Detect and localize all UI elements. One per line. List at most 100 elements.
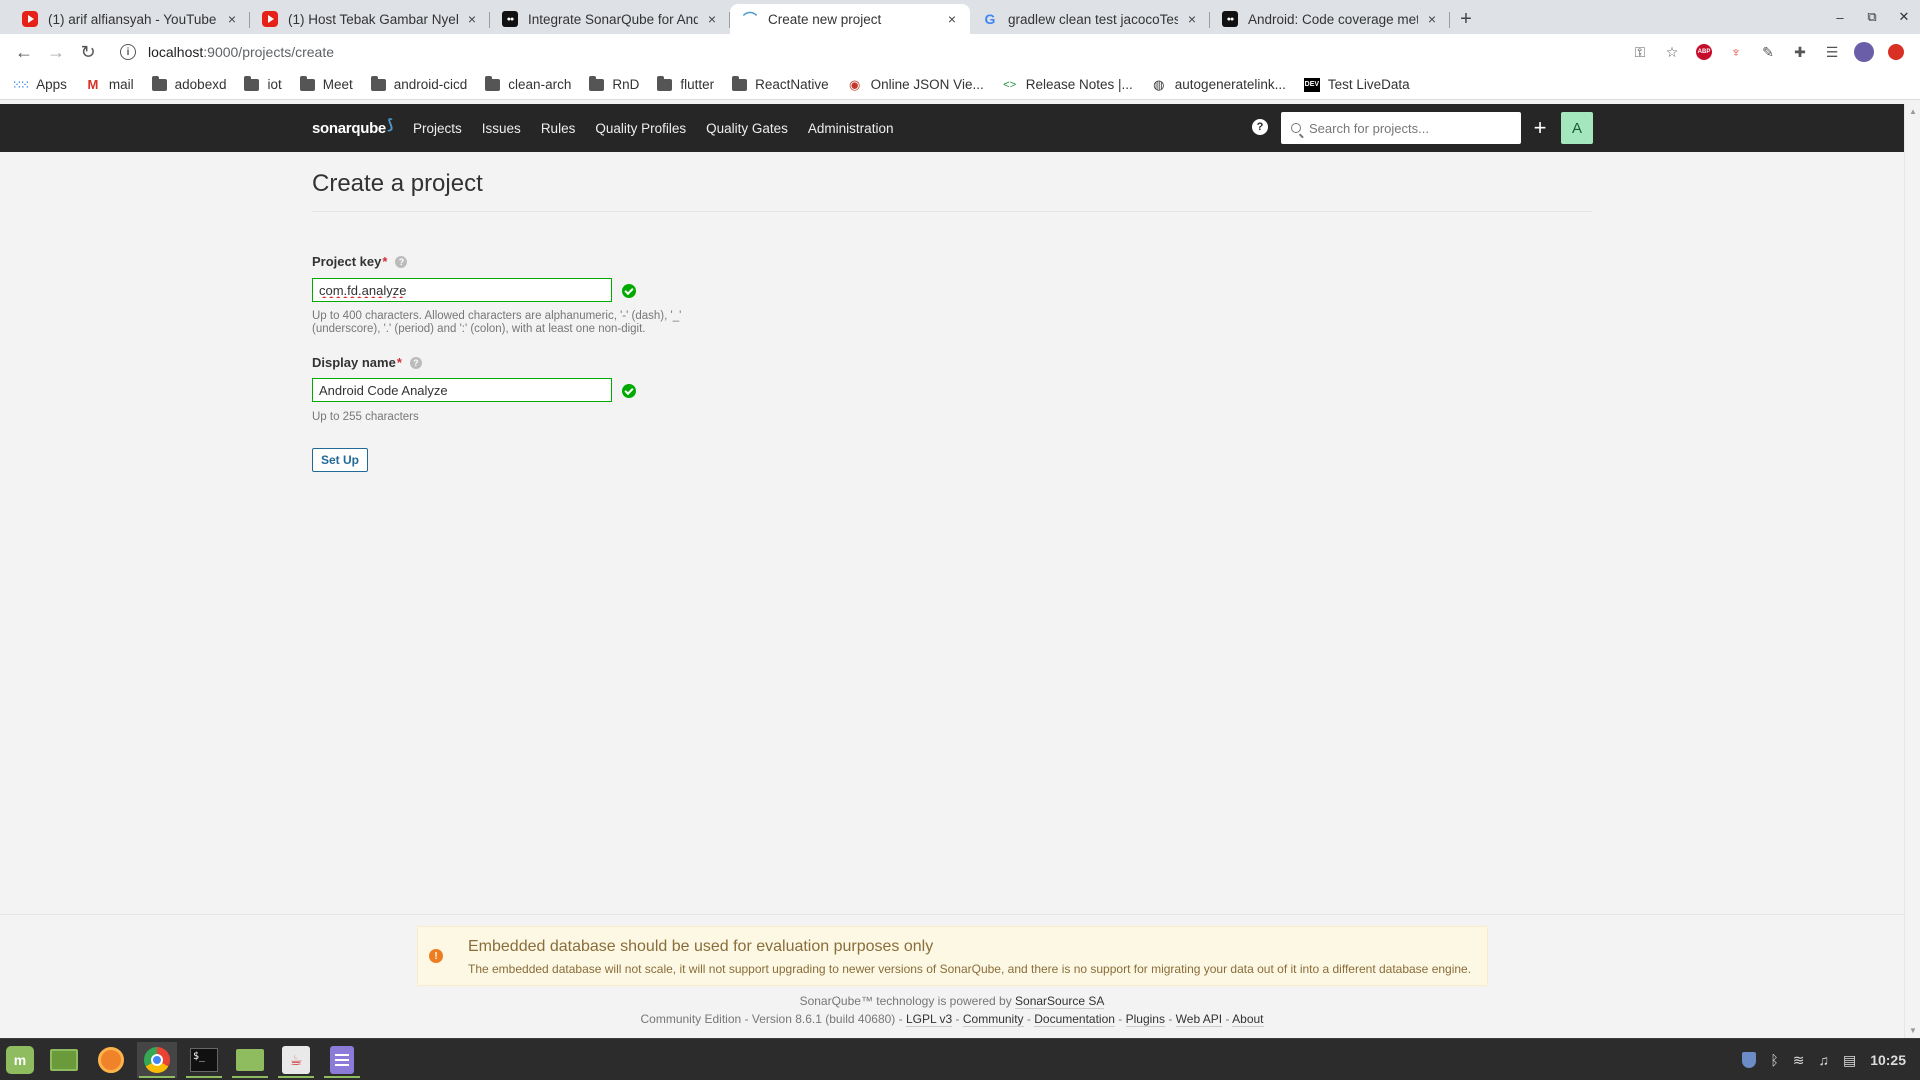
puzzle-icon[interactable]: ✚ [1784,36,1816,68]
set-up-button[interactable]: Set Up [312,448,369,472]
mint-menu-button[interactable]: m [0,1042,40,1078]
bluetooth-icon[interactable]: ᛒ [1770,1052,1778,1068]
browser-tab-youtube-2[interactable]: (1) Host Tebak Gambar Nyebe × [250,4,490,34]
bookmark-mail[interactable]: Mmail [85,77,133,92]
reload-icon[interactable]: ↻ [72,36,104,68]
clipboard-icon[interactable]: ▤ [1843,1052,1856,1069]
extension-icon[interactable]: ♆ [1720,36,1752,68]
forward-icon[interactable]: → [40,36,72,68]
link-plugins[interactable]: Plugins [1125,1012,1165,1027]
project-key-label: Project key * ? [312,254,408,269]
tab-close-icon[interactable]: × [944,11,960,27]
nav-projects[interactable]: Projects [413,121,462,136]
window-controls: – ⧉ ✕ [1824,0,1920,34]
link-about[interactable]: About [1232,1012,1264,1027]
media-icon[interactable]: ☰ [1816,36,1848,68]
help-icon[interactable]: ? [1252,119,1268,135]
folder-icon [370,75,386,91]
google-icon: G [984,11,996,27]
adblock-icon[interactable]: ABP [1688,36,1720,68]
star-icon[interactable]: ☆ [1656,36,1688,68]
nav-quality-gates[interactable]: Quality Gates [706,121,788,136]
browser-tab-active[interactable]: ⌒ Create new project × [730,4,970,34]
bookmark-folder-clean-arch[interactable]: clean-arch [485,75,571,92]
nav-rules[interactable]: Rules [541,121,576,136]
tab-title: (1) arif alfiansyah - YouTube [48,11,217,27]
tab-title: Integrate SonarQube for Andr [528,11,698,27]
bookmark-folder-adobexd[interactable]: adobexd [151,75,226,92]
bookmark-folder-reactnative[interactable]: ReactNative [732,75,829,92]
wifi-icon[interactable]: ≋ [1793,1052,1805,1069]
maximize-icon[interactable]: ⧉ [1856,9,1888,25]
project-search[interactable] [1281,112,1521,144]
security-shield-icon[interactable] [1742,1052,1757,1068]
clock[interactable]: 10:25 [1870,1052,1906,1068]
java-app-launcher[interactable]: ☕ [276,1042,316,1078]
terminal-launcher[interactable]: $_ [184,1042,224,1078]
bookmark-release-notes[interactable]: <> Release Notes |... [1002,77,1133,92]
bookmark-folder-flutter[interactable]: flutter [657,75,714,92]
scroll-down-arrow-icon[interactable]: ▼ [1909,1026,1917,1035]
folder-icon [657,75,673,91]
minimize-icon[interactable]: – [1824,10,1856,25]
site-info-icon[interactable]: i [120,44,136,60]
link-community[interactable]: Community [962,1012,1024,1027]
browser-tab-youtube-1[interactable]: (1) arif alfiansyah - YouTube × [10,4,250,34]
firefox-launcher[interactable] [91,1042,131,1078]
address-bar[interactable]: i localhost:9000/projects/create [112,37,1624,67]
nav-issues[interactable]: Issues [482,121,521,136]
help-question-icon[interactable]: ? [395,255,408,268]
bookmark-json-viewer[interactable]: ◉ Online JSON Vie... [847,77,984,93]
nav-quality-profiles[interactable]: Quality Profiles [595,121,686,136]
browser-tab-google[interactable]: G gradlew clean test jacocoTest × [970,4,1210,34]
tab-title: Create new project [768,11,882,27]
create-plus-button[interactable]: + [1528,112,1552,144]
page-scrollbar[interactable] [1904,104,1920,1038]
link-documentation[interactable]: Documentation [1034,1012,1115,1027]
project-key-input[interactable] [312,278,612,302]
sound-icon[interactable]: ♫ [1818,1052,1829,1068]
update-icon[interactable] [1880,36,1912,68]
bookmark-test-livedata[interactable]: DEV Test LiveData [1303,77,1410,92]
close-window-icon[interactable]: ✕ [1888,9,1920,25]
back-icon[interactable]: ← [8,36,40,68]
chrome-icon [144,1047,170,1073]
notes-launcher[interactable] [322,1042,362,1078]
browser-tab-medium-2[interactable]: Android: Code coverage metri × [1210,4,1450,34]
tab-close-icon[interactable]: × [1424,11,1440,27]
user-avatar[interactable]: A [1561,112,1593,144]
tab-close-icon[interactable]: × [704,11,720,27]
bookmark-autogeneratelink[interactable]: ◍ autogeneratelink... [1151,77,1286,93]
tab-close-icon[interactable]: × [1184,11,1200,27]
files-launcher[interactable] [230,1042,270,1078]
warning-icon: ! [429,949,443,963]
profile-icon[interactable] [1848,36,1880,68]
powered-by: SonarQube™ technology is powered by Sona… [0,994,1904,1009]
sonarqube-logo[interactable]: sonarqube ⟆ [312,104,393,152]
tab-close-icon[interactable]: × [464,11,480,27]
show-desktop-button[interactable] [44,1042,84,1078]
pen-icon[interactable]: ✎ [1752,36,1784,68]
bookmark-folder-meet[interactable]: Meet [299,75,353,92]
link-web-api[interactable]: Web API [1175,1012,1223,1027]
bookmark-folder-rnd[interactable]: RnD [589,75,639,92]
scroll-up-arrow-icon[interactable]: ▲ [1909,107,1917,116]
bookmark-label: iot [267,77,282,92]
nav-administration[interactable]: Administration [808,121,894,136]
browser-tab-medium-1[interactable]: Integrate SonarQube for Andr × [490,4,730,34]
chrome-launcher[interactable] [137,1042,177,1078]
footer-divider [0,914,1904,915]
new-tab-button[interactable]: + [1450,4,1482,34]
bookmark-folder-iot[interactable]: iot [244,75,282,92]
tab-close-icon[interactable]: × [224,11,240,27]
link-lgpl[interactable]: LGPL v3 [905,1012,953,1027]
project-search-input[interactable] [1309,120,1509,136]
key-icon[interactable]: ⚿ [1624,36,1656,68]
display-name-input[interactable] [312,378,612,402]
bookmark-label: Online JSON Vie... [870,77,984,92]
help-question-icon[interactable]: ? [409,356,422,369]
bookmark-apps[interactable]: ⁙⁙ Apps [12,77,67,92]
bookmark-label: ReactNative [755,77,829,92]
bookmark-folder-android-cicd[interactable]: android-cicd [370,75,467,92]
sonarsource-link[interactable]: SonarSource SA [1015,994,1105,1009]
